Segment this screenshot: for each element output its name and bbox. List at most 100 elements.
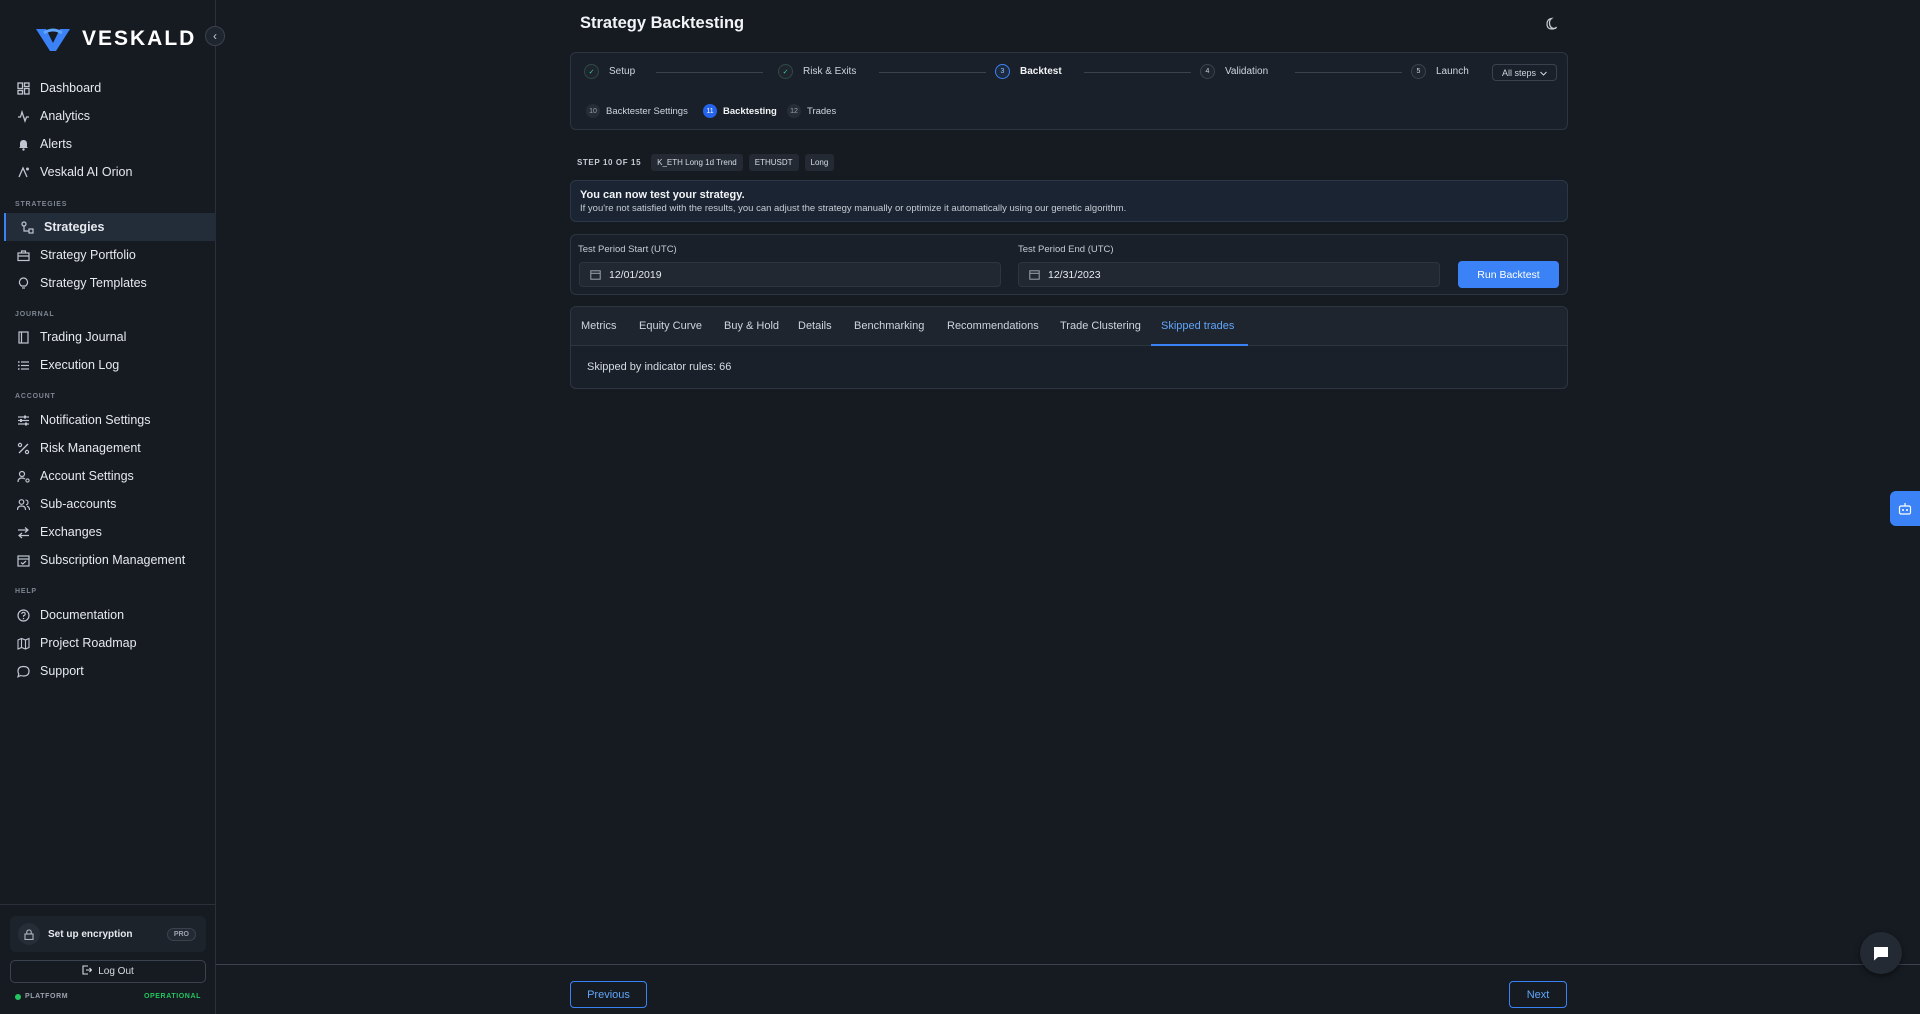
sidebar-item-ai-orion[interactable]: Veskald AI Orion (4, 158, 216, 186)
user-gear-icon (16, 469, 30, 483)
sidebar-item-strategy-portfolio[interactable]: Strategy Portfolio (4, 241, 216, 269)
brand-logo[interactable]: VESKALD (34, 25, 196, 53)
strategy-name-chip: K_ETH Long 1d Trend (651, 154, 743, 171)
sidebar-item-dashboard[interactable]: Dashboard (4, 74, 216, 102)
tab-buy-hold[interactable]: Buy & Hold (724, 320, 779, 332)
substep-number: 11 (703, 104, 717, 118)
tab-equity-curve[interactable]: Equity Curve (639, 320, 702, 332)
tab-recommendations[interactable]: Recommendations (947, 320, 1039, 332)
tabs-bar: Metrics Equity Curve Buy & Hold Details … (571, 307, 1567, 346)
chat-icon (16, 664, 30, 678)
section-label-journal: JOURNAL (15, 311, 55, 318)
sidebar-item-strategies[interactable]: Strategies (4, 213, 216, 241)
tab-trade-clustering[interactable]: Trade Clustering (1060, 320, 1141, 332)
sidebar-item-strategy-templates[interactable]: Strategy Templates (4, 269, 216, 297)
check-icon: ✓ (778, 64, 793, 79)
lock-icon (18, 923, 40, 945)
sidebar-item-documentation[interactable]: Documentation (4, 601, 216, 629)
footer-divider (216, 964, 1920, 965)
percent-icon (16, 441, 30, 455)
sidebar-divider (0, 904, 216, 905)
banner-text: If you're not satisfied with the results… (580, 203, 1127, 214)
step-label: Backtest (1020, 66, 1062, 77)
users-icon (16, 497, 30, 511)
start-date-input[interactable]: 12/01/2019 (579, 262, 1001, 287)
substep-backtester-settings[interactable]: 10 Backtester Settings (586, 104, 688, 118)
moon-icon (1546, 17, 1558, 30)
step-connector (879, 72, 986, 73)
step-label: Validation (1225, 66, 1269, 77)
end-date-input[interactable]: 12/31/2023 (1018, 262, 1440, 287)
section-label-strategies: STRATEGIES (15, 201, 68, 208)
step-launch[interactable]: 5 Launch (1411, 64, 1469, 79)
sidebar-item-subscription-management[interactable]: Subscription Management (4, 546, 216, 574)
next-button[interactable]: Next (1509, 981, 1567, 1008)
step-number: 3 (995, 64, 1010, 79)
sidebar-item-label: Strategy Templates (40, 276, 147, 290)
run-backtest-button[interactable]: Run Backtest (1458, 261, 1559, 288)
step-risk-exits[interactable]: ✓ Risk & Exits (778, 64, 856, 79)
substep-number: 10 (586, 104, 600, 118)
pro-badge: PRO (166, 927, 196, 941)
sidebar-item-support[interactable]: Support (4, 657, 216, 685)
theme-toggle-button[interactable] (1543, 15, 1561, 33)
substep-backtesting[interactable]: 11 Backtesting (703, 104, 777, 118)
step-setup[interactable]: ✓ Setup (584, 64, 635, 79)
step-backtest[interactable]: 3 Backtest (995, 64, 1062, 79)
sidebar-item-label: Dashboard (40, 81, 102, 95)
calendar-check-icon (16, 553, 30, 567)
sidebar-item-notification-settings[interactable]: Notification Settings (4, 406, 216, 434)
step-label: Risk & Exits (803, 66, 857, 77)
symbol-chip: ETHUSDT (748, 154, 799, 171)
analytics-icon (16, 109, 30, 123)
tab-details[interactable]: Details (798, 320, 832, 332)
sidebar-item-alerts[interactable]: Alerts (4, 130, 216, 158)
substep-trades[interactable]: 12 Trades (787, 104, 836, 118)
step-connector (656, 72, 763, 73)
section-label-account: ACCOUNT (15, 393, 56, 400)
sidebar-item-label: Risk Management (40, 441, 141, 455)
all-steps-dropdown[interactable]: All steps (1492, 64, 1557, 81)
sidebar-item-risk-management[interactable]: Risk Management (4, 434, 216, 462)
step-label: Launch (1436, 66, 1469, 77)
sidebar-item-label: Analytics (40, 109, 91, 123)
calendar-icon (1029, 270, 1040, 280)
tab-skipped-trades[interactable]: Skipped trades (1161, 320, 1234, 332)
sidebar-item-sub-accounts[interactable]: Sub-accounts (4, 490, 216, 518)
robot-icon (1898, 503, 1912, 515)
swap-icon (16, 525, 30, 539)
platform-status: PLATFORM OPERATIONAL (15, 993, 201, 1000)
sidebar-item-trading-journal[interactable]: Trading Journal (4, 323, 216, 351)
sidebar-item-exchanges[interactable]: Exchanges (4, 518, 216, 546)
calendar-icon (590, 270, 601, 280)
logout-button[interactable]: Log Out (10, 960, 206, 983)
info-banner: You can now test your strategy. If you'r… (570, 180, 1568, 222)
veskald-logo-icon (36, 28, 70, 51)
sidebar-item-project-roadmap[interactable]: Project Roadmap (4, 629, 216, 657)
brand-name: VESKALD (82, 27, 197, 50)
substep-label: Backtester Settings (606, 105, 688, 117)
sidebar-item-label: Trading Journal (40, 330, 127, 344)
collapse-sidebar-button[interactable]: ‹ (205, 26, 225, 46)
sidebar-item-analytics[interactable]: Analytics (4, 102, 216, 130)
previous-button[interactable]: Previous (570, 981, 647, 1008)
sidebar-item-label: Documentation (40, 608, 125, 622)
status-dot-icon (15, 993, 21, 1000)
substep-label: Backtesting (723, 105, 777, 117)
setup-encryption-button[interactable]: Set up encryption PRO (10, 916, 206, 952)
chat-widget-button[interactable] (1860, 932, 1902, 974)
tab-metrics[interactable]: Metrics (581, 320, 616, 332)
map-icon (16, 636, 30, 650)
sidebar-item-label: Strategy Portfolio (40, 248, 136, 262)
sidebar-item-account-settings[interactable]: Account Settings (4, 462, 216, 490)
direction-chip: Long (804, 154, 835, 171)
help-circle-icon (16, 608, 30, 622)
all-steps-label: All steps (1501, 67, 1536, 78)
logout-icon (82, 965, 93, 978)
section-label-help: HELP (15, 588, 37, 595)
ai-assistant-tab[interactable] (1890, 491, 1920, 526)
tab-benchmarking[interactable]: Benchmarking (854, 320, 924, 332)
step-validation[interactable]: 4 Validation (1200, 64, 1268, 79)
sidebar-item-label: Exchanges (40, 525, 102, 539)
sidebar-item-execution-log[interactable]: Execution Log (4, 351, 216, 379)
